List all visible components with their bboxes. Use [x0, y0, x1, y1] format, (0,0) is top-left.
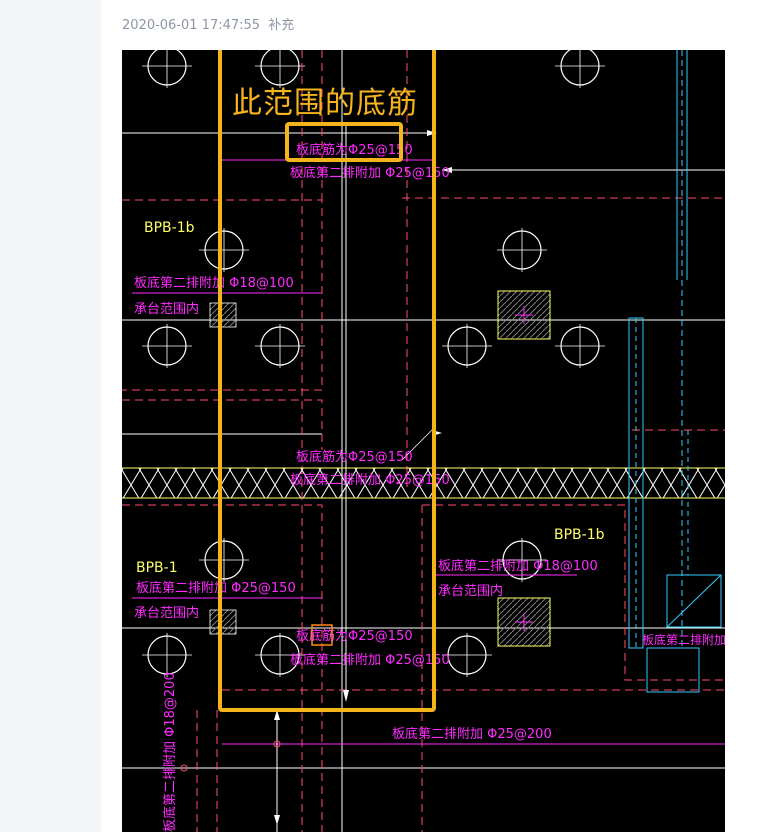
label-right-zone: 承台范围内: [438, 583, 503, 599]
label-bpb-1b-right: BPB-1b: [554, 527, 605, 543]
label-bot-rebar-1: 板底筋为Φ25@150: [296, 628, 413, 644]
label-top-rebar-1: 板底筋为Φ25@150: [296, 142, 413, 158]
label-bot-rebar-2: 板底第二排附加 Φ25@150: [290, 652, 450, 668]
label-bottom-add-200: 板底第二排附加 Φ25@200: [392, 726, 552, 742]
label-mid-rebar-2: 板底第二排附加 Φ25@150: [290, 472, 450, 488]
label-mid-rebar-1: 板底筋为Φ25@150: [296, 449, 413, 465]
label-right-edge-add: 板底第二排附加 Φ2: [642, 632, 725, 647]
label-left-add-100: 板底第二排附加 Φ18@100: [134, 275, 294, 291]
label-vertical-add: 板底第二排附加 Φ18@200: [162, 672, 178, 832]
annotation-title: 此范围的底筋: [232, 86, 418, 121]
label-bpb-1b-top: BPB-1b: [144, 220, 195, 236]
label-left-zone: 承台范围内: [134, 301, 199, 317]
label-top-rebar-2: 板底第二排附加 Φ25@150: [290, 165, 450, 181]
post-meta: 2020-06-01 17:47:55 补充: [122, 14, 298, 33]
label-right-add-100: 板底第二排附加 Φ18@100: [438, 558, 598, 574]
cad-drawing-image: 板底筋为Φ25@150 板底第二排附加 Φ25@150 板底第二排附加 Φ18@…: [122, 50, 725, 832]
label-bpb-1: BPB-1: [136, 560, 178, 576]
label-left-add-150: 板底第二排附加 Φ25@150: [136, 580, 296, 596]
post-tag: 补充: [268, 18, 295, 33]
post-timestamp: 2020-06-01 17:47:55: [122, 18, 261, 33]
left-gutter: [0, 0, 101, 832]
label-left-zone-2: 承台范围内: [134, 605, 199, 621]
cad-drawing: 板底筋为Φ25@150 板底第二排附加 Φ25@150 板底第二排附加 Φ18@…: [122, 50, 725, 832]
